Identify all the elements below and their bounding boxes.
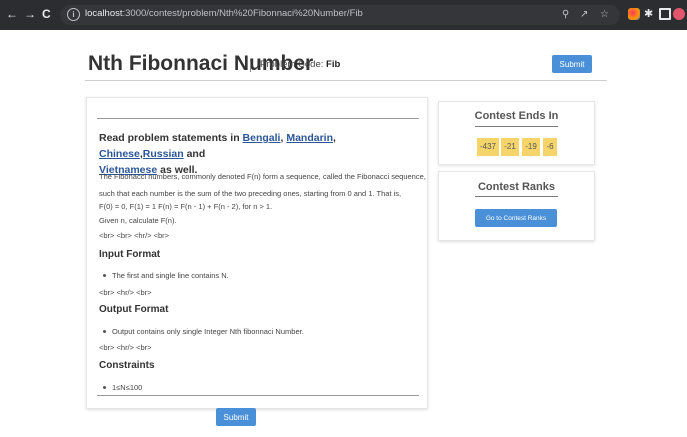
- statement-line: <br> <br> <hr/> <br>: [99, 231, 170, 240]
- problem-header: Nth Fibonnaci Number Problem Code: Fib: [88, 50, 608, 90]
- read-prefix: Read problem statements in: [99, 132, 240, 144]
- problem-code-value: Fib: [326, 59, 341, 70]
- address-bar[interactable]: i localhost:3000/contest/problem/Nth%20F…: [60, 5, 620, 25]
- share-icon[interactable]: ↗: [580, 9, 588, 20]
- link-bengali[interactable]: Bengali: [243, 132, 281, 144]
- timer-seconds: -6: [543, 138, 557, 156]
- statement-top-rule: [97, 118, 419, 119]
- problem-code-label: Problem Code:: [260, 59, 324, 70]
- extension-icon[interactable]: [628, 8, 640, 20]
- problem-code: Problem Code: Fib: [260, 59, 340, 70]
- title-divider: [250, 62, 251, 72]
- go-to-contest-ranks-button[interactable]: Go to Contest Ranks: [475, 209, 557, 227]
- browser-toolbar: ← → C i localhost:3000/contest/problem/N…: [0, 0, 687, 30]
- statement-line: The Fibonacci numbers, commonly denoted …: [99, 172, 426, 181]
- contest-timer-card: Contest Ends In -437 -21 -19 -6: [438, 101, 595, 165]
- reload-icon[interactable]: C: [42, 7, 51, 21]
- star-icon[interactable]: ☆: [600, 9, 609, 20]
- sidebar-icon[interactable]: [659, 8, 671, 20]
- puzzle-icon[interactable]: ✱: [644, 8, 656, 20]
- statement-bottom-rule: [97, 395, 419, 396]
- link-russian[interactable]: Russian: [143, 148, 184, 160]
- statement-line: such that each number is the sum of the …: [99, 189, 402, 198]
- input-format-heading: Input Format: [99, 249, 161, 260]
- info-icon[interactable]: i: [67, 8, 80, 21]
- contest-ends-underline: [475, 126, 558, 127]
- header-divider: [85, 80, 607, 81]
- url-text[interactable]: localhost:3000/contest/problem/Nth%20Fib…: [85, 8, 363, 19]
- problem-statement-card: Read problem statements in Bengali, Mand…: [86, 97, 428, 409]
- contest-ranks-underline: [475, 196, 558, 197]
- output-format-heading: Output Format: [99, 304, 169, 315]
- timer-hours: -21: [501, 138, 519, 156]
- input-format-tail: <br> <hr/> <br>: [99, 288, 152, 297]
- back-icon[interactable]: ←: [6, 7, 18, 21]
- output-format-item: Output contains only single Integer Nth …: [99, 327, 304, 336]
- url-host: localhost: [85, 8, 123, 19]
- profile-icon[interactable]: [673, 8, 685, 20]
- link-mandarin[interactable]: Mandarin: [286, 132, 333, 144]
- submit-button-bottom[interactable]: Submit: [216, 408, 256, 426]
- timer-days: -437: [477, 138, 499, 156]
- search-icon[interactable]: ⚲: [562, 9, 569, 20]
- submit-button-top[interactable]: Submit: [552, 55, 592, 73]
- statement-line: Given n, calculate F(n).: [99, 216, 177, 225]
- forward-icon[interactable]: →: [24, 7, 36, 21]
- timer-minutes: -19: [522, 138, 540, 156]
- statement-line: F(0) = 0, F(1) = 1 F(n) = F(n - 1) + F(n…: [99, 202, 273, 211]
- url-path: :3000/contest/problem/Nth%20Fibonnaci%20…: [122, 8, 363, 19]
- constraint-item: 1≤N≤100: [99, 383, 142, 392]
- read-and: and: [186, 148, 206, 160]
- output-format-tail: <br> <hr/> <br>: [99, 343, 152, 352]
- constraints-heading: Constraints: [99, 360, 155, 371]
- contest-ranks-card: Contest Ranks Go to Contest Ranks: [438, 171, 595, 241]
- contest-ends-title: Contest Ends In: [474, 110, 559, 122]
- input-format-item: The first and single line contains N.: [99, 271, 229, 280]
- contest-ranks-title: Contest Ranks: [477, 181, 556, 193]
- link-chinese[interactable]: Chinese: [99, 148, 140, 160]
